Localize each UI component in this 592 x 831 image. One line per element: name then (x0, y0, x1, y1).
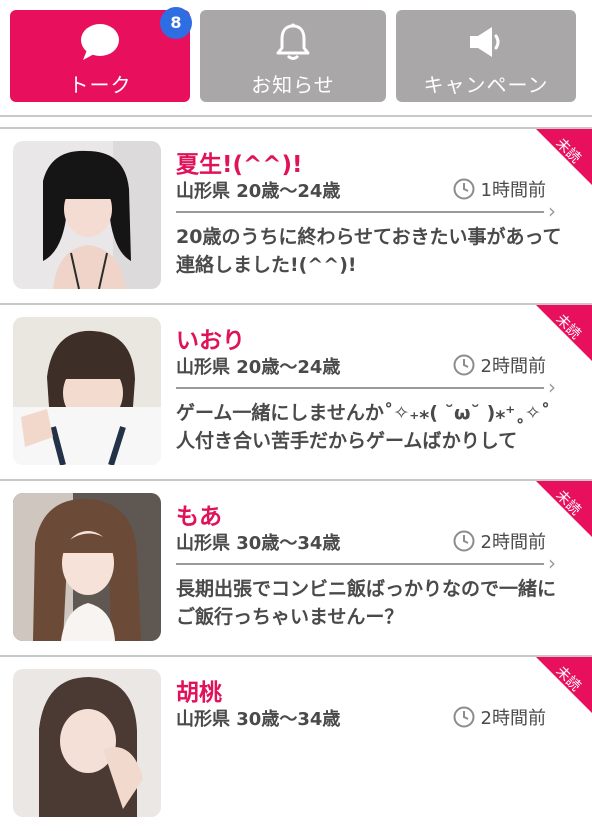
tab-news-label: お知らせ (251, 73, 335, 97)
sender-name: いおり (176, 328, 245, 354)
avatar[interactable] (13, 317, 161, 465)
avatar[interactable] (13, 669, 161, 817)
clock-icon (453, 178, 475, 200)
tab-campaign[interactable]: キャンペーン (396, 10, 576, 102)
message-list-item[interactable]: もあ 山形県 30歳〜34歳 2時間前 › 長期出張でコンビニ飯ばっかりなので一… (0, 481, 592, 657)
message-preview: 長期出張でコンビニ飯ばっかりなので一緒にご飯行っちゃいませんー？ (176, 578, 557, 628)
chat-bubble-icon (81, 24, 119, 60)
item-divider (176, 211, 544, 213)
megaphone-icon (470, 27, 500, 57)
chevron-right-icon: › (548, 551, 556, 575)
sender-name: 胡桃 (176, 680, 222, 706)
sender-location-age: 山形県 30歳〜34歳 (176, 533, 341, 554)
sender-name: もあ (176, 504, 222, 530)
tab-bar: トーク 8 お知らせ キャンペーン (0, 0, 592, 112)
unread-ribbon: 未読 (536, 129, 592, 185)
sender-name: 夏生!(^^)! (176, 152, 303, 178)
clock-icon (453, 530, 475, 552)
avatar[interactable] (13, 141, 161, 289)
message-list-item[interactable]: 胡桃 山形県 30歳〜34歳 2時間前 未読 (0, 657, 592, 831)
item-divider (176, 387, 544, 389)
tab-news[interactable]: お知らせ (200, 10, 386, 102)
message-list-item[interactable]: いおり 山形県 20歳〜24歳 2時間前 › ゲーム一緒にしませんか˚✧₊⁎( … (0, 305, 592, 481)
sender-location-age: 山形県 20歳〜24歳 (176, 357, 341, 378)
avatar[interactable] (13, 493, 161, 641)
sender-location-age: 山形県 30歳〜34歳 (176, 709, 341, 730)
sender-location-age: 山形県 20歳〜24歳 (176, 181, 341, 202)
message-preview: 20歳のうちに終わらせておきたい事があって連絡しました!(^^)! (176, 226, 562, 276)
unread-ribbon: 未読 (536, 481, 592, 537)
bell-icon (276, 23, 310, 60)
unread-count-badge: 8 (160, 7, 192, 39)
chevron-right-icon: › (548, 375, 556, 399)
tab-divider (0, 115, 592, 117)
clock-icon (453, 354, 475, 376)
message-list-item[interactable]: 夏生!(^^)! 山形県 20歳〜24歳 1時間前 › 20歳のうちに終わらせて… (0, 129, 592, 305)
tab-campaign-label: キャンペーン (423, 73, 549, 97)
unread-ribbon: 未読 (536, 305, 592, 361)
chevron-right-icon: › (548, 199, 556, 223)
item-divider (176, 563, 544, 565)
tab-talk[interactable]: トーク 8 (10, 7, 192, 102)
tab-talk-label: トーク (68, 73, 132, 97)
message-preview: ゲーム一緒にしませんか˚✧₊⁎( ˘ω˘ )⁎⁺˳✧˚人付き合い苦手だからゲーム… (176, 402, 551, 452)
clock-icon (453, 706, 475, 728)
unread-ribbon: 未読 (536, 657, 592, 713)
